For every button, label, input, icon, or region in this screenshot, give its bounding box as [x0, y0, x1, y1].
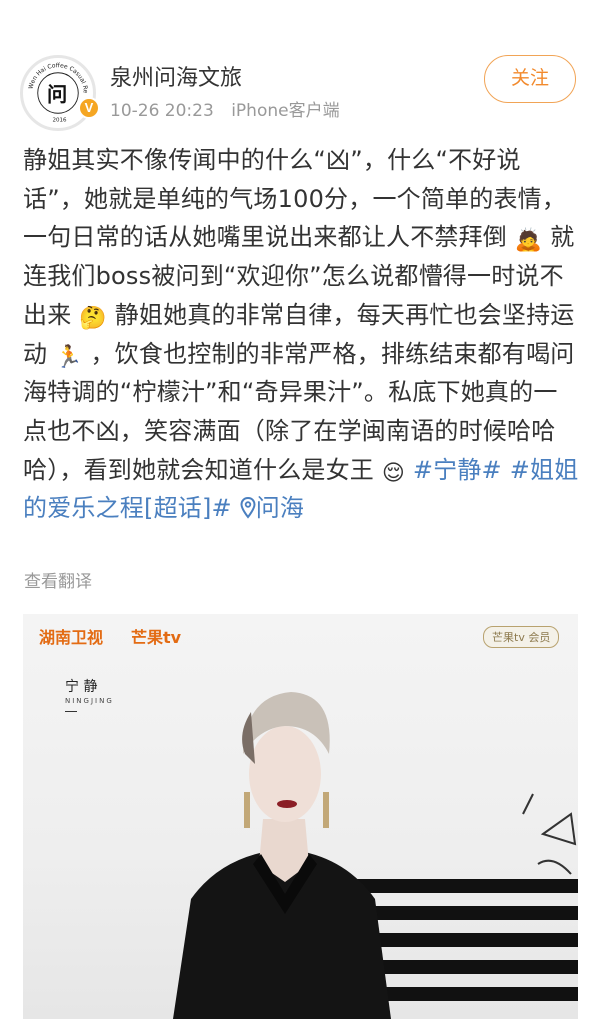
- post-body: 静姐其实不像传闻中的什么“凶”，什么“不好说话”，她就是单纯的气场100分，一个…: [23, 141, 579, 528]
- post-time: 10-26 20:23: [110, 101, 214, 121]
- star-dash-divider: [65, 711, 77, 712]
- thinking-emoji-icon: 🤔: [79, 305, 107, 331]
- bow-emoji-icon: 🙇: [514, 228, 543, 254]
- mango-member-logo: 芒果tv 会员: [483, 626, 560, 648]
- verified-badge-icon: V: [78, 97, 100, 119]
- post-image[interactable]: 湖南卫视 芒果tv 芒果tv 会员 宁 静 NINGJING: [23, 614, 578, 1019]
- running-emoji-icon: 🏃: [55, 344, 83, 370]
- mango-tv-logo: 芒果tv: [131, 628, 182, 647]
- poster-graphic: [173, 692, 578, 1019]
- post-meta: 10-26 20:23 iPhone客户端: [110, 96, 340, 121]
- location-label: 问海: [255, 494, 305, 523]
- author-avatar[interactable]: Wen Hai Coffee Casual Restaurant 问 2016: [20, 55, 96, 131]
- post-header: Wen Hai Coffee Casual Restaurant 问 2016 …: [0, 0, 600, 135]
- hunan-tv-logo: 湖南卫视: [39, 628, 104, 647]
- post-text-part1: 静姐其实不像传闻中的什么“凶”，什么“不好说话”，她就是单纯的气场100分，一个…: [23, 146, 567, 252]
- star-pinyin: NINGJING: [65, 697, 114, 705]
- author-name[interactable]: 泉州问海文旅: [110, 60, 242, 92]
- location-link[interactable]: 问海: [240, 494, 304, 522]
- hashtag-ningjing[interactable]: #宁静#: [413, 456, 502, 484]
- location-pin-icon: [240, 497, 256, 519]
- svg-text:问: 问: [47, 82, 67, 106]
- relieved-emoji-icon: 😌: [381, 460, 405, 486]
- post-source: iPhone客户端: [231, 101, 340, 121]
- follow-button[interactable]: 关注: [484, 55, 576, 103]
- avatar-year: 2016: [52, 118, 67, 124]
- translate-link[interactable]: 查看翻译: [24, 567, 92, 592]
- star-name: 宁 静: [65, 679, 98, 695]
